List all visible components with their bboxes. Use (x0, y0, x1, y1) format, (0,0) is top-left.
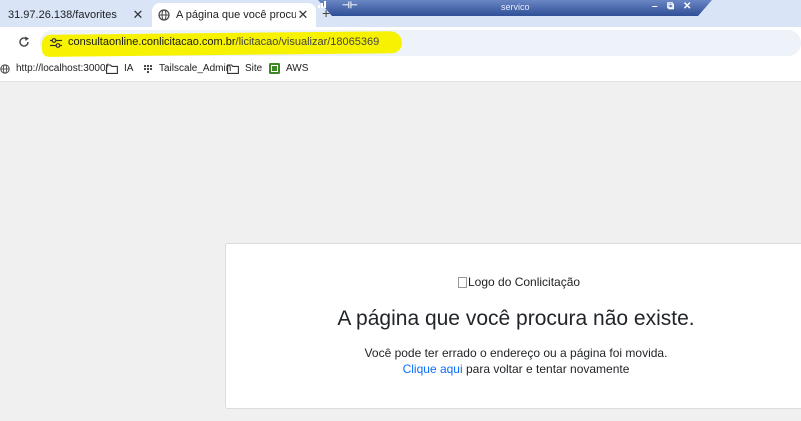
url-path: /licitacao/visualizar/18065369 (235, 36, 380, 48)
signal-icon (318, 1, 326, 8)
logo-alt-text: Logo do Conlicitação (468, 275, 581, 289)
page-title: A página que você procura não existe. (337, 307, 695, 330)
tab-label: 31.97.26.138/favorites (8, 9, 117, 21)
error-card: Logo do Conlicitação A página que você p… (225, 243, 801, 409)
folder-icon (227, 63, 239, 74)
bookmark-ia[interactable]: IA (106, 63, 133, 74)
close-icon[interactable]: ✕ (131, 8, 145, 22)
error-message: Você pode ter errado o endereço ou a pág… (364, 346, 668, 360)
remote-window-titlebar[interactable]: ⊣⊢ servico – ⧉ ✕ (318, 0, 712, 16)
tab-not-found[interactable]: A página que você procura não existe ✕ (152, 3, 316, 27)
broken-image-icon (458, 276, 467, 288)
globe-icon (0, 63, 10, 74)
url-host: consultaonline.conlicitacao.com.br (68, 36, 236, 48)
toolbar: consultaonline.conlicitacao.com.br/licit… (0, 27, 801, 58)
retry-line: Clique aqui para voltar e tentar novamen… (226, 362, 801, 376)
folder-icon (106, 63, 118, 74)
aws-icon (269, 63, 280, 74)
bookmark-label: IA (124, 63, 134, 74)
url-text[interactable]: consultaonline.conlicitacao.com.br/licit… (68, 36, 379, 48)
bookmark-site[interactable]: Site (227, 63, 262, 74)
bookmark-aws[interactable]: AWS (269, 63, 308, 74)
tailscale-icon (143, 64, 153, 73)
close-button[interactable]: ✕ (683, 1, 691, 12)
bookmark-label: Site (245, 63, 263, 74)
bookmark-localhost[interactable]: http://localhost:3000/ (0, 63, 108, 74)
bookmark-label: AWS (286, 63, 309, 74)
pin-icon[interactable]: ⊣⊢ (342, 0, 358, 11)
remote-window-title: servico (501, 2, 530, 12)
tab-label: A página que você procura não existe (176, 9, 296, 21)
retry-link[interactable]: Clique aqui (403, 362, 463, 376)
bookmark-label: http://localhost:3000/ (16, 63, 109, 74)
bookmark-tailscale[interactable]: Tailscale_Admin (143, 63, 231, 74)
close-icon[interactable]: ✕ (296, 8, 310, 22)
retry-text: para voltar e tentar novamente (462, 362, 630, 376)
minimize-button[interactable]: – (652, 1, 658, 12)
page-viewport: Logo do Conlicitação A página que você p… (0, 83, 801, 421)
reload-icon[interactable] (18, 36, 30, 48)
restore-button[interactable]: ⧉ (667, 1, 674, 12)
globe-icon (158, 9, 170, 21)
site-settings-icon[interactable] (50, 38, 62, 48)
bookmarks-bar: http://localhost:3000/ IA Tailscale_Admi… (0, 58, 801, 82)
bookmark-label: Tailscale_Admin (159, 63, 232, 74)
tab-favorites[interactable]: 31.97.26.138/favorites ✕ (0, 3, 151, 27)
logo-image: Logo do Conlicitação (458, 275, 580, 289)
